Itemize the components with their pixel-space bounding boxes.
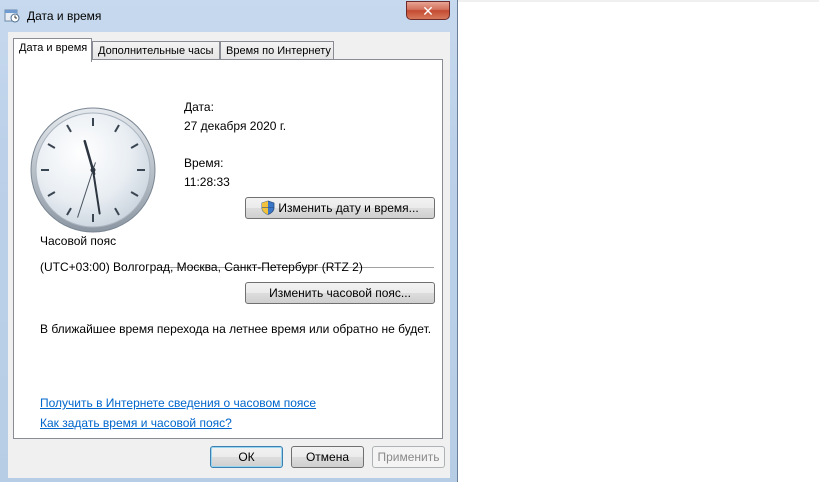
date-time-app-icon [4, 9, 20, 23]
uac-shield-icon [261, 200, 275, 215]
tab-label: Время по Интернету [226, 45, 331, 57]
apply-label: Применить [377, 450, 440, 464]
date-time-dialog: Дата и время ✕ Дата и время Дополнительн… [0, 0, 458, 482]
window-title: Дата и время [27, 9, 102, 23]
timezone-heading: Часовой пояс [40, 234, 117, 248]
apply-button[interactable]: Применить [372, 446, 445, 468]
timezone-value: (UTC+03:00) Волгоград, Москва, Санкт-Пет… [40, 260, 363, 274]
tab-label: Дополнительные часы [98, 45, 214, 57]
time-value: 11:28:33 [184, 175, 230, 189]
tab-internet-time[interactable]: Время по Интернету [220, 41, 334, 61]
cancel-button[interactable]: Отмена [291, 446, 364, 468]
timezone-online-info-link[interactable]: Получить в Интернете сведения о часовом … [40, 396, 316, 410]
tab-date-time[interactable]: Дата и время [13, 38, 92, 62]
date-label: Дата: [184, 100, 214, 114]
change-timezone-label: Изменить часовой пояс... [269, 286, 411, 300]
tab-label: Дата и время [19, 42, 88, 54]
change-date-time-button[interactable]: Изменить дату и время... [245, 197, 435, 219]
title-bar[interactable]: Дата и время ✕ [0, 0, 457, 32]
close-button[interactable]: ✕ [406, 1, 450, 20]
close-icon: ✕ [422, 3, 434, 19]
ok-button[interactable]: ОК [210, 446, 283, 468]
change-date-time-label: Изменить дату и время... [278, 201, 419, 215]
cancel-label: Отмена [305, 450, 350, 464]
dst-note: В ближайшее время перехода на летнее вре… [40, 322, 432, 336]
dialog-client-area: Дата и время Дополнительные часы Время п… [8, 32, 450, 478]
change-timezone-button[interactable]: Изменить часовой пояс... [245, 282, 435, 304]
tab-panel-date-time: Дата: 27 декабря 2020 г. Время: 11:28:33… [13, 59, 443, 439]
tab-additional-clocks[interactable]: Дополнительные часы [92, 41, 220, 61]
date-value: 27 декабря 2020 г. [184, 119, 287, 133]
analog-clock [30, 107, 156, 233]
ok-label: ОК [238, 450, 255, 464]
how-to-set-time-link[interactable]: Как задать время и часовой пояс? [40, 416, 232, 430]
time-label: Время: [184, 156, 224, 170]
